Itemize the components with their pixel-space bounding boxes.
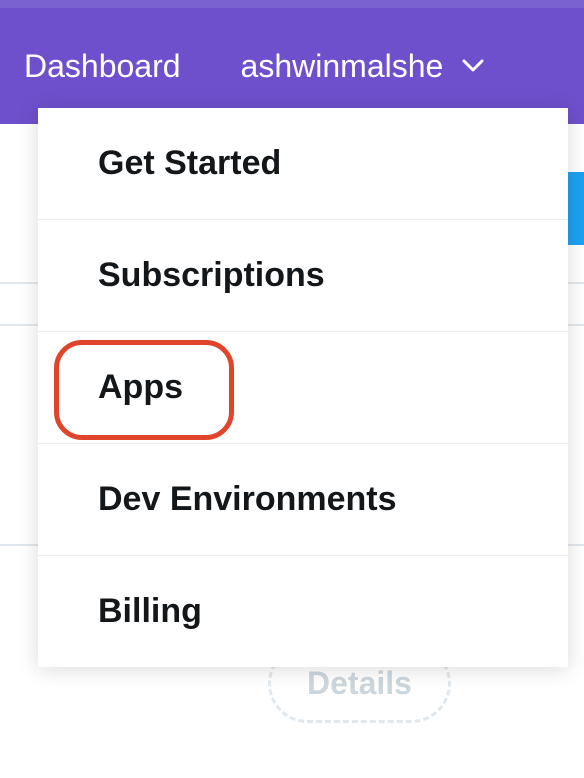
chevron-down-icon <box>461 54 485 78</box>
top-accent-strip <box>0 0 584 8</box>
user-dropdown-toggle[interactable]: ashwinmalshe <box>241 48 486 85</box>
dropdown-item-label: Dev Environments <box>98 480 397 518</box>
username-label: ashwinmalshe <box>241 48 444 85</box>
dropdown-item-subscriptions[interactable]: Subscriptions <box>38 220 568 332</box>
dropdown-item-label: Apps <box>98 368 183 406</box>
dropdown-item-label: Subscriptions <box>98 256 325 294</box>
header-bar: Dashboard ashwinmalshe <box>0 8 584 124</box>
dashboard-link[interactable]: Dashboard <box>24 48 181 85</box>
dropdown-item-label: Get Started <box>98 144 281 182</box>
dropdown-menu: Get Started Subscriptions Apps Dev Envir… <box>38 108 568 667</box>
dropdown-item-label: Billing <box>98 592 202 630</box>
dropdown-item-get-started[interactable]: Get Started <box>38 108 568 220</box>
dropdown-item-dev-environments[interactable]: Dev Environments <box>38 444 568 556</box>
dropdown-item-apps[interactable]: Apps <box>38 332 568 444</box>
dropdown-item-billing[interactable]: Billing <box>38 556 568 667</box>
